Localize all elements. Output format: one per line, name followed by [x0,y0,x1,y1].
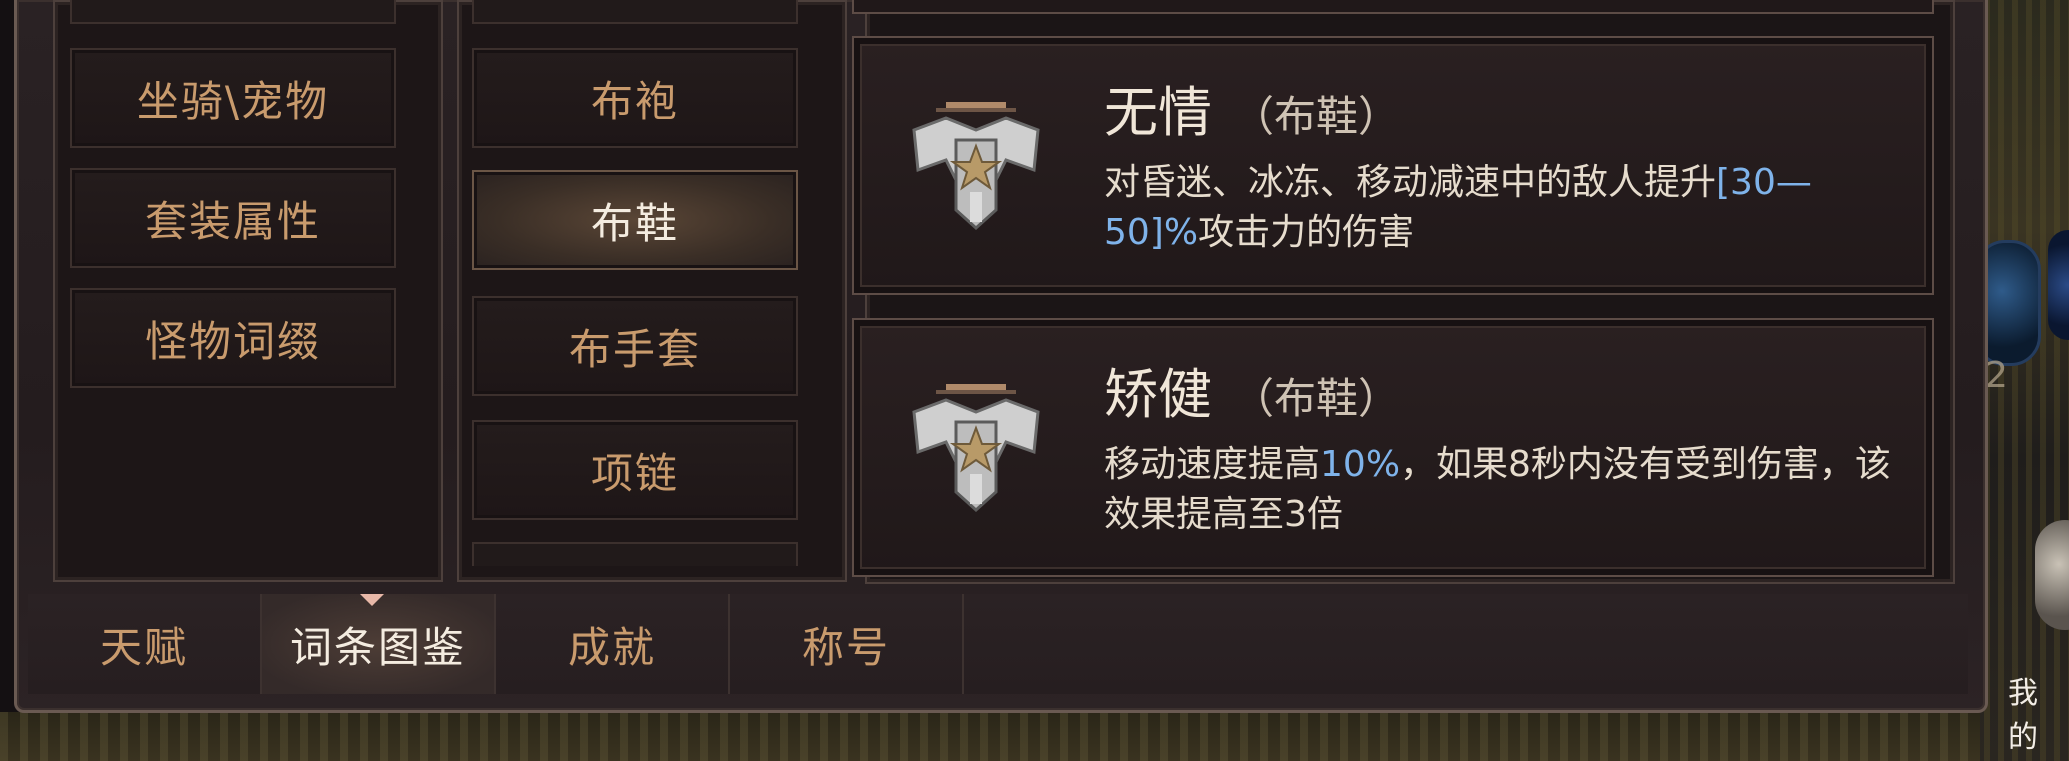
category-item-set-attributes[interactable]: 套装属性 [70,168,396,268]
affix-desc-text: 攻击力的伤害 [1198,212,1415,253]
tab-label: 天赋 [99,622,188,672]
tab-talent[interactable]: 天赋 [28,594,262,694]
skill-orb-secondary[interactable] [2048,230,2069,340]
tab-affix-codex[interactable]: 词条图鉴 [262,594,496,694]
category-item-partial[interactable] [70,0,396,24]
affix-description: 移动速度提高10%，如果8秒内没有受到伤害，该效果提高至3倍 [1104,440,1894,540]
game-world-floor [0,712,1980,761]
category-label: 坐骑\宠物 [136,76,330,126]
player-avatar[interactable] [2035,520,2069,630]
category-item-mount-pet[interactable]: 坐骑\宠物 [70,48,396,148]
subcategory-item-partial-bottom[interactable] [472,542,798,566]
eagle-emblem-icon [912,384,1040,512]
affix-name: 无情 [1104,81,1212,144]
affix-type: （布鞋） [1232,92,1401,141]
subcategory-label: 布袍 [590,76,679,126]
tab-titles[interactable]: 称号 [730,594,964,694]
affix-type: （布鞋） [1232,374,1401,423]
subcategory-label: 布手套 [568,324,701,374]
subcategory-item-cloth-shoes[interactable]: 布鞋 [472,170,798,270]
affix-name: 矫健 [1104,363,1212,426]
tab-label: 成就 [567,622,656,672]
category-label: 套装属性 [144,196,321,246]
subcategory-label: 布鞋 [590,198,679,248]
active-tab-indicator [360,594,384,606]
affix-value-highlight: 10% [1320,444,1401,485]
subcategory-item-cloth-gloves[interactable]: 布手套 [472,296,798,396]
hud-label: 我的 [2008,676,2039,755]
tab-achievements[interactable]: 成就 [496,594,730,694]
subcategory-item-robe[interactable]: 布袍 [472,48,798,148]
tab-label: 称号 [801,622,890,672]
affix-card: 无情 （布鞋） 对昏迷、冰冻、移动减速中的敌人提升[30—50]%攻击力的伤害 [852,36,1934,295]
affix-card: 矫健 （布鞋） 移动速度提高10%，如果8秒内没有受到伤害，该效果提高至3倍 [852,318,1934,577]
category-label: 怪物词缀 [144,316,321,366]
affix-card-partial [852,0,1934,14]
subcategory-label: 项链 [590,448,679,498]
affix-desc-text: 对昏迷、冰冻、移动减速中的敌人提升 [1104,162,1717,203]
subcategory-item-necklace[interactable]: 项链 [472,420,798,520]
affix-desc-text: 移动速度提高 [1104,444,1321,485]
subcategory-item-partial[interactable] [472,0,798,24]
category-item-monster-affix[interactable]: 怪物词缀 [70,288,396,388]
bottom-tab-bar: 天赋 词条图鉴 成就 称号 [28,594,1968,694]
affix-description: 对昏迷、冰冻、移动减速中的敌人提升[30—50]%攻击力的伤害 [1104,158,1894,258]
eagle-emblem-icon [912,102,1040,230]
hud-number: 2 [1985,355,2008,396]
tab-label: 词条图鉴 [289,622,466,672]
